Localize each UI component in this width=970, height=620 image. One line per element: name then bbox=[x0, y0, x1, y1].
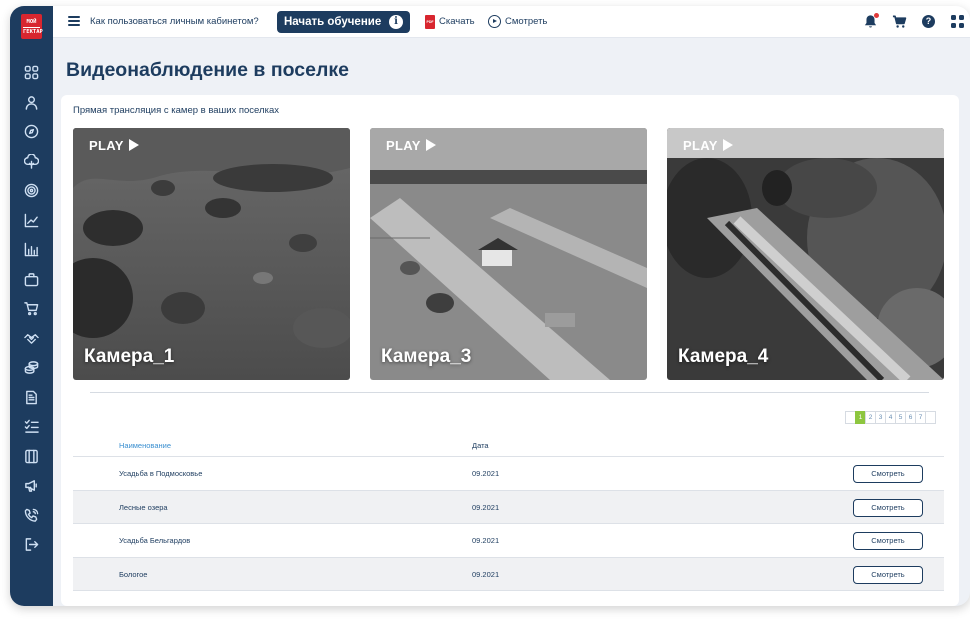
camera-tile-4[interactable]: PLAY Камера_4 bbox=[667, 128, 944, 380]
sidebar-item-goals[interactable] bbox=[10, 176, 53, 206]
coins-icon bbox=[24, 361, 39, 375]
cart-icon[interactable] bbox=[892, 14, 907, 29]
apps-grid-icon[interactable] bbox=[951, 15, 965, 29]
play-button[interactable]: PLAY bbox=[89, 138, 139, 153]
play-icon bbox=[425, 139, 436, 151]
page-title: Видеонаблюдение в поселке bbox=[66, 59, 349, 81]
camera-name: Камера_3 bbox=[381, 346, 472, 367]
page-next[interactable] bbox=[925, 411, 936, 424]
watch-button[interactable]: Смотреть bbox=[853, 532, 923, 550]
sidebar-item-tasks[interactable] bbox=[10, 412, 53, 442]
sidebar-item-documents[interactable] bbox=[10, 383, 53, 413]
play-icon bbox=[128, 139, 139, 151]
notification-dot bbox=[874, 13, 879, 18]
logo-line-1: МОЙ bbox=[26, 19, 37, 25]
tree-icon bbox=[24, 153, 39, 169]
start-training-label: Начать обучение bbox=[284, 16, 382, 28]
camera-tile-1[interactable]: PLAY Камера_1 bbox=[73, 128, 350, 380]
card-subtitle: Прямая трансляция с камер в ваших поселк… bbox=[73, 105, 279, 116]
handshake-icon bbox=[24, 333, 39, 344]
play-button[interactable]: PLAY bbox=[386, 138, 436, 153]
table-row: Усадьба Бельгардов 09.2021 Смотреть bbox=[73, 523, 944, 557]
table-row: Бологое 09.2021 Смотреть bbox=[73, 557, 944, 591]
sidebar-item-portfolio[interactable] bbox=[10, 265, 53, 295]
sidebar-item-analytics[interactable] bbox=[10, 206, 53, 236]
section-divider bbox=[90, 392, 929, 393]
sidebar-item-shop[interactable] bbox=[10, 294, 53, 324]
sidebar-item-dashboard[interactable] bbox=[10, 58, 53, 88]
play-button[interactable]: PLAY bbox=[683, 138, 733, 153]
watch-button[interactable]: Смотреть bbox=[853, 465, 923, 483]
book-icon bbox=[25, 449, 38, 464]
sidebar: МОЙ ГЕКТАР bbox=[10, 6, 53, 606]
camera-name: Камера_1 bbox=[84, 346, 175, 367]
compass-icon bbox=[24, 124, 39, 139]
play-icon bbox=[722, 139, 733, 151]
download-link[interactable]: Скачать bbox=[439, 16, 475, 27]
row-name: Лесные озера bbox=[119, 503, 168, 512]
start-training-button[interactable]: Начать обучение i bbox=[277, 11, 410, 33]
column-header-name[interactable]: Наименование bbox=[119, 441, 171, 450]
play-label: PLAY bbox=[683, 138, 718, 153]
row-name: Бологое bbox=[119, 570, 148, 579]
cart-icon bbox=[24, 302, 39, 316]
notifications-bell-icon[interactable] bbox=[863, 13, 879, 29]
chart-line-icon bbox=[24, 213, 39, 228]
pagination: 1 2 3 4 5 6 7 bbox=[845, 411, 936, 424]
watch-link[interactable]: Смотреть bbox=[505, 16, 547, 27]
megaphone-icon bbox=[25, 480, 37, 493]
row-name: Усадьба в Подмосковье bbox=[119, 469, 203, 478]
info-icon: i bbox=[389, 15, 403, 29]
camera-1-image bbox=[73, 128, 350, 380]
dashboard-grid-icon bbox=[24, 65, 39, 80]
sidebar-item-partners[interactable] bbox=[10, 324, 53, 354]
phone-icon bbox=[24, 508, 39, 522]
play-label: PLAY bbox=[89, 138, 124, 153]
sidebar-item-navigation[interactable] bbox=[10, 117, 53, 147]
sidebar-item-contacts[interactable] bbox=[10, 501, 53, 531]
help-icon[interactable]: ? bbox=[922, 15, 935, 28]
checklist-icon bbox=[24, 419, 39, 434]
app-window: МОЙ ГЕКТАР Как пользоваться личным кабин… bbox=[10, 6, 970, 606]
help-link[interactable]: Как пользоваться личным кабинетом? bbox=[90, 16, 259, 27]
table-row: Лесные озера 09.2021 Смотреть bbox=[73, 490, 944, 524]
brand-logo[interactable]: МОЙ ГЕКТАР bbox=[21, 14, 43, 39]
video-card: Прямая трансляция с камер в ваших поселк… bbox=[61, 95, 959, 606]
menu-icon[interactable] bbox=[68, 16, 80, 26]
row-date: 09.2021 bbox=[472, 570, 500, 579]
table-row: Усадьба в Подмосковье 09.2021 Смотреть bbox=[73, 456, 944, 490]
chart-bar-icon bbox=[24, 242, 39, 257]
sidebar-item-news[interactable] bbox=[10, 471, 53, 501]
sidebar-item-plots[interactable] bbox=[10, 147, 53, 177]
watch-button[interactable]: Смотреть bbox=[853, 499, 923, 517]
camera-name: Камера_4 bbox=[678, 346, 769, 367]
sidebar-item-finance[interactable] bbox=[10, 353, 53, 383]
camera-tile-3[interactable]: PLAY Камера_3 bbox=[370, 128, 647, 380]
top-bar: Как пользоваться личным кабинетом? Начат… bbox=[53, 6, 970, 38]
logo-line-2: ГЕКТАР bbox=[23, 26, 43, 35]
document-icon bbox=[26, 390, 37, 405]
camera-3-image bbox=[370, 128, 647, 380]
sidebar-item-library[interactable] bbox=[10, 442, 53, 472]
row-name: Усадьба Бельгардов bbox=[119, 536, 191, 545]
user-icon bbox=[25, 95, 38, 110]
logout-icon bbox=[25, 538, 39, 552]
briefcase-icon bbox=[24, 272, 39, 287]
camera-4-image bbox=[667, 128, 944, 380]
sidebar-item-logout[interactable] bbox=[10, 530, 53, 560]
watch-button[interactable]: Смотреть bbox=[853, 566, 923, 584]
row-date: 09.2021 bbox=[472, 503, 500, 512]
row-date: 09.2021 bbox=[472, 536, 500, 545]
target-icon bbox=[24, 183, 39, 198]
play-label: PLAY bbox=[386, 138, 421, 153]
sidebar-item-profile[interactable] bbox=[10, 88, 53, 118]
pdf-icon[interactable]: PDF bbox=[425, 15, 435, 29]
sidebar-item-reports[interactable] bbox=[10, 235, 53, 265]
row-date: 09.2021 bbox=[472, 469, 500, 478]
column-header-date: Дата bbox=[472, 441, 489, 450]
sidebar-nav bbox=[10, 58, 53, 560]
play-circle-icon[interactable] bbox=[488, 15, 501, 28]
